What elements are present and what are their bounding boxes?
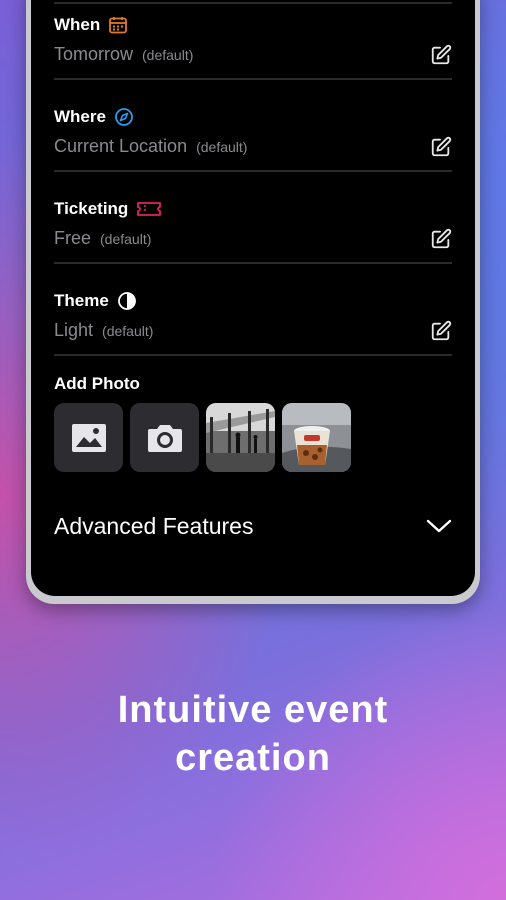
field-label-when: When	[54, 15, 101, 34]
field-value-row[interactable]: Current Location (default)	[54, 136, 452, 162]
photo-options	[54, 403, 351, 472]
divider	[54, 78, 452, 80]
add-photo-label: Add Photo	[54, 374, 140, 393]
calendar-icon	[109, 17, 128, 34]
divider	[54, 170, 452, 172]
field-label-ticketing: Ticketing	[54, 199, 129, 218]
advanced-features-toggle[interactable]: Advanced Features	[54, 509, 452, 543]
field-hint: (default)	[102, 323, 154, 339]
marketing-caption: Intuitive event creation	[0, 686, 506, 782]
field-value-when: Tomorrow	[54, 44, 134, 64]
photo-thumbnail-airport[interactable]	[206, 403, 275, 472]
contrast-icon	[117, 292, 136, 310]
field-label-theme: Theme	[54, 291, 109, 310]
choose-from-gallery-button[interactable]	[54, 403, 123, 472]
edit-icon[interactable]	[430, 44, 452, 66]
edit-icon[interactable]	[430, 320, 452, 342]
caption-line-1: Intuitive event	[117, 689, 389, 731]
compass-icon	[115, 108, 133, 126]
advanced-features-label: Advanced Features	[54, 512, 254, 539]
drink-photo	[282, 403, 351, 472]
image-gallery-icon	[71, 423, 106, 452]
caption-line-2: creation	[175, 737, 331, 779]
app-screen: When Tomorrow (default) Where Current Lo…	[31, 0, 475, 596]
field-hint: (default)	[100, 231, 152, 247]
ticket-icon	[137, 202, 162, 216]
photo-thumbnail-drink[interactable]	[282, 403, 351, 472]
phone-frame: When Tomorrow (default) Where Current Lo…	[26, 0, 480, 604]
field-value-row[interactable]: Tomorrow (default)	[54, 44, 452, 70]
field-value-theme: Light	[54, 320, 94, 340]
field-ticketing: Ticketing Free (default)	[54, 198, 452, 264]
divider	[54, 2, 452, 4]
chevron-down-icon	[426, 519, 452, 533]
airport-photo	[206, 403, 275, 472]
field-hint: (default)	[142, 47, 194, 63]
field-value-ticketing: Free	[54, 228, 92, 248]
divider	[54, 354, 452, 356]
field-value-row[interactable]: Free (default)	[54, 228, 452, 254]
field-when: When Tomorrow (default)	[54, 14, 452, 80]
field-value-where: Current Location	[54, 136, 188, 156]
camera-icon	[147, 424, 182, 452]
field-where: Where Current Location (default)	[54, 106, 452, 172]
divider	[54, 262, 452, 264]
edit-icon[interactable]	[430, 228, 452, 250]
field-theme: Theme Light (default)	[54, 290, 452, 356]
take-photo-button[interactable]	[130, 403, 199, 472]
field-value-row[interactable]: Light (default)	[54, 320, 452, 346]
edit-icon[interactable]	[430, 136, 452, 158]
field-label-where: Where	[54, 107, 106, 126]
field-hint: (default)	[196, 139, 248, 155]
